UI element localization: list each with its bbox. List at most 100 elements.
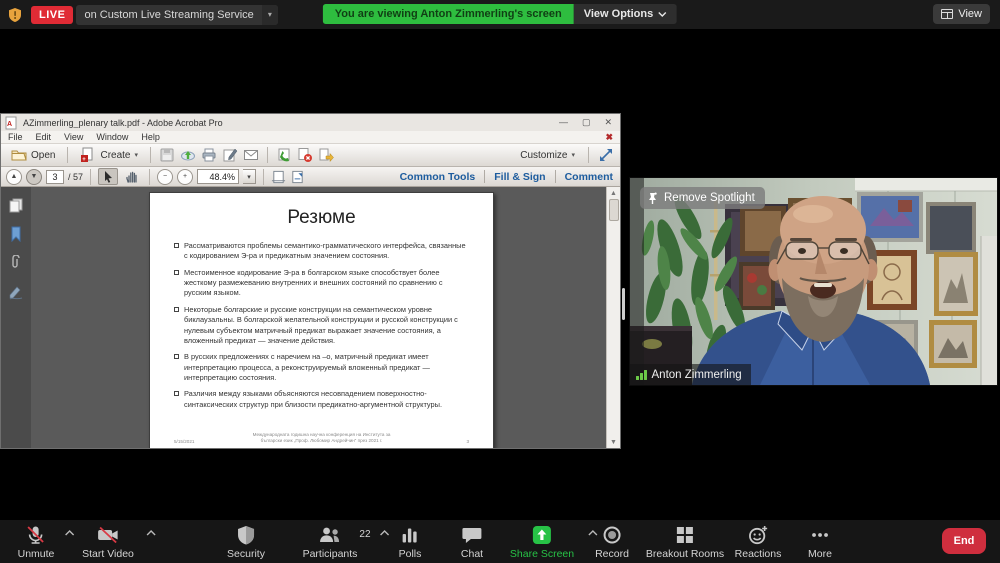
fullscreen-mode-icon[interactable] [598,147,614,163]
slide-bullet: Местоименное кодирование Э-ра в болгарск… [174,268,469,299]
screen-share-banner-group: You are viewing Anton Zimmerling's scree… [323,4,677,24]
acrobat-sidebar [1,187,31,448]
svg-text:A: A [7,121,12,128]
fill-sign-link[interactable]: Fill & Sign [485,171,554,183]
breakout-rooms-icon [674,524,696,546]
page-thumbnails-icon[interactable] [8,197,24,213]
unmute-options-chevron-icon[interactable] [64,530,74,536]
video-panel-collapse-handle[interactable] [622,288,625,320]
hand-tool-button[interactable] [122,168,142,185]
polls-icon [399,524,421,546]
live-badge: LIVE [31,6,73,24]
remove-spotlight-label: Remove Spotlight [664,192,755,204]
upload-cloud-icon[interactable] [180,147,196,163]
save-icon[interactable] [159,147,175,163]
streaming-caret-icon[interactable]: ▾ [262,5,278,25]
single-page-view-icon[interactable] [290,170,305,184]
slide-title: Резюме [174,207,469,229]
menu-edit[interactable]: Edit [36,132,52,142]
menu-help[interactable]: Help [141,132,160,142]
pdf-canvas[interactable]: Резюме Рассматриваются проблемы семантик… [31,187,606,448]
comment-link[interactable]: Comment [556,171,615,183]
slide-bullet-list: Рассматриваются проблемы семантико-грамм… [174,241,469,410]
delete-pages-icon[interactable] [297,147,313,163]
more-label: More [808,548,832,560]
breakout-rooms-button[interactable]: Breakout Rooms [646,524,724,560]
meeting-top-bar: LIVE on Custom Live Streaming Service ▾ … [0,0,1000,29]
remove-spotlight-button[interactable]: Remove Spotlight [640,187,765,209]
attachments-icon[interactable] [8,255,24,271]
participants-button[interactable]: Participants 22 [303,524,358,560]
create-label: Create [100,150,130,161]
customize-label: Customize [520,150,567,161]
unmute-button[interactable]: Unmute [18,524,55,560]
minimize-button[interactable]: — [559,117,568,128]
scroll-down-icon[interactable]: ▼ [610,436,617,448]
breakout-rooms-label: Breakout Rooms [646,548,724,560]
participant-name-tag: Anton Zimmerling [630,364,751,385]
start-video-button[interactable]: Start Video [82,524,134,560]
share-screen-icon [531,524,553,546]
menu-window[interactable]: Window [96,132,128,142]
next-page-button[interactable]: ▼ [26,169,42,185]
previous-page-button[interactable]: ▲ [6,169,22,185]
common-tools-link[interactable]: Common Tools [391,171,485,183]
customize-button[interactable]: Customize ▾ [516,148,579,163]
slide-bullet: Рассматриваются проблемы семантико-грамм… [174,241,469,262]
slide-footer: 5/15/2021 Международната годишна научна … [174,432,469,446]
acrobat-title-bar[interactable]: A AZimmerling_plenary talk.pdf - Adobe A… [1,114,620,131]
page-number-input[interactable] [46,170,64,184]
signatures-icon[interactable] [8,284,24,300]
record-label: Record [595,548,629,560]
record-button[interactable]: Record [595,524,629,560]
open-button[interactable]: Open [7,145,59,165]
print-icon[interactable] [201,147,217,163]
slide-bullet: Некоторые болгарские и русские конструкц… [174,305,469,346]
encryption-shield-icon[interactable] [6,6,24,24]
maximize-button[interactable]: ▢ [582,117,591,128]
slide-bullet: Различия между языками объясняются несов… [174,389,469,410]
security-shield-icon [235,524,257,546]
share-screen-button[interactable]: Share Screen [510,524,574,560]
close-document-icon[interactable]: ✖ [605,132,613,143]
reactions-button[interactable]: Reactions [735,524,782,560]
bookmarks-icon[interactable] [8,226,24,242]
security-label: Security [227,548,265,560]
view-options-button[interactable]: View Options [574,4,677,24]
view-button[interactable]: View [933,4,990,24]
chat-button[interactable]: Chat [461,524,483,560]
end-meeting-button[interactable]: End [942,528,986,554]
menu-file[interactable]: File [8,132,23,142]
reactions-smiley-icon [747,524,769,546]
close-button[interactable]: ✕ [604,117,612,128]
acrobat-nav-toolbar: ▲ ▼ / 57 − + 48.4% ▾ [1,167,620,187]
phone-review-icon[interactable] [276,147,292,163]
scrolling-view-icon[interactable] [271,170,286,184]
participants-icon [318,524,342,546]
participants-options-chevron-icon[interactable] [379,530,389,536]
email-icon[interactable] [243,147,259,163]
menu-view[interactable]: View [64,132,83,142]
zoom-out-button[interactable]: − [157,169,173,185]
select-tool-button[interactable] [98,168,118,185]
polls-button[interactable]: Polls [399,524,422,560]
view-button-label: View [958,8,982,20]
zoom-in-button[interactable]: + [177,169,193,185]
streaming-service-pill[interactable]: on Custom Live Streaming Service ▾ [76,5,277,25]
create-button[interactable]: + Create ▾ [76,145,142,165]
edit-pen-icon[interactable] [222,147,238,163]
zoom-level-value[interactable]: 48.4% [197,169,239,184]
security-button[interactable]: Security [227,524,265,560]
more-button[interactable]: More [808,524,832,560]
page-total-label: / 57 [68,172,83,182]
zoom-dropdown-caret[interactable]: ▾ [243,169,256,184]
square-bullet-icon [174,354,179,359]
participants-label: Participants [303,548,358,560]
export-icon[interactable] [318,147,334,163]
video-options-chevron-icon[interactable] [146,530,156,536]
scroll-up-icon[interactable]: ▲ [610,187,617,199]
scrollbar-thumb[interactable] [609,199,619,221]
vertical-scrollbar[interactable]: ▲ ▼ [606,187,620,448]
spotlight-video-tile[interactable]: Remove Spotlight Anton Zimmerling [630,178,997,385]
slide-footer-page-number: 3 [399,439,469,444]
